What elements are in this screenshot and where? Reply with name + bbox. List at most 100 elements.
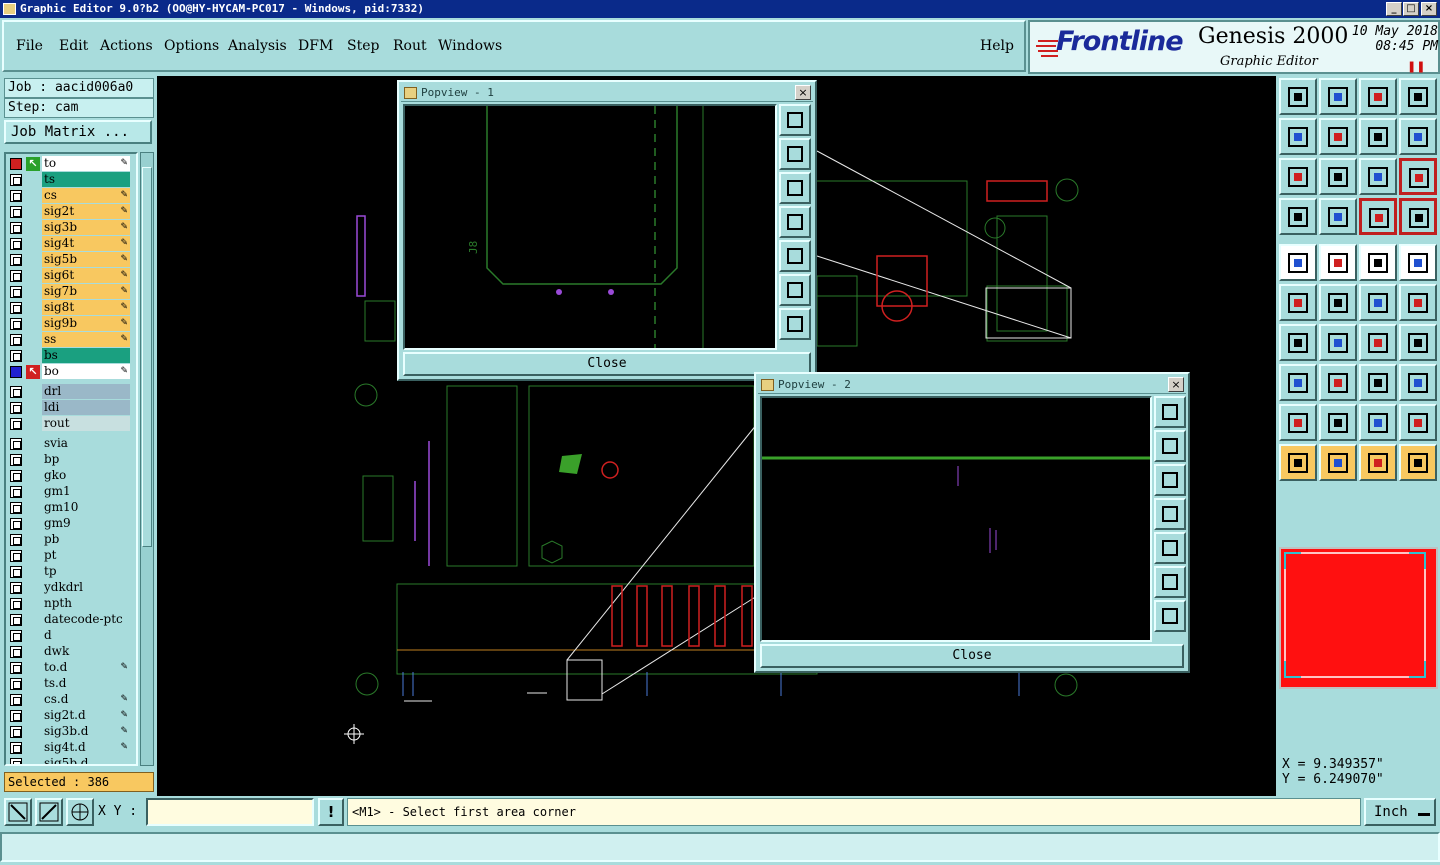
layer-name[interactable]: sig4t.d ✎: [42, 740, 130, 755]
graphic-canvas[interactable]: Popview - 1 × J8 Close Popview - 2 × Clo…: [157, 76, 1276, 796]
layer-row[interactable]: sig2t.d ✎: [8, 708, 136, 724]
move-right-icon[interactable]: [1319, 118, 1357, 155]
split-icon[interactable]: [1319, 364, 1357, 401]
redraw-icon[interactable]: [1399, 118, 1437, 155]
layer-name[interactable]: sig2t ✎: [42, 204, 130, 219]
layer-row[interactable]: ss ✎: [8, 332, 136, 348]
zoom-fit-icon[interactable]: [1154, 396, 1186, 428]
layer-checkbox[interactable]: [10, 366, 22, 378]
layer-row[interactable]: npth: [8, 596, 136, 612]
layer-row[interactable]: svia: [8, 436, 136, 452]
layer-row[interactable]: cs ✎: [8, 188, 136, 204]
close-window-button[interactable]: ×: [1421, 2, 1437, 16]
measure-icon[interactable]: [1359, 364, 1397, 401]
popview-2-close-button[interactable]: Close: [760, 644, 1184, 668]
layer-row[interactable]: ts: [8, 172, 136, 188]
layer-row[interactable]: bs: [8, 348, 136, 364]
layer-row[interactable]: to.d ✎: [8, 660, 136, 676]
menu-actions[interactable]: Actions: [100, 38, 153, 54]
menu-edit[interactable]: Edit: [59, 38, 88, 54]
layer-checkbox[interactable]: [10, 518, 22, 530]
help-icon[interactable]: [1399, 158, 1437, 195]
layer-row[interactable]: sig5b.d: [8, 756, 136, 764]
layer-checkbox[interactable]: [10, 190, 22, 202]
layer-name[interactable]: sig5b.d: [42, 756, 130, 764]
scrollbar-thumb[interactable]: [142, 167, 152, 547]
triangle-select-icon[interactable]: [1359, 404, 1397, 441]
zoom-out-icon[interactable]: [1154, 600, 1186, 632]
layer-name[interactable]: dwk: [42, 644, 130, 659]
layer-checkbox[interactable]: [10, 206, 22, 218]
layer-row[interactable]: gm10: [8, 500, 136, 516]
layer-checkbox[interactable]: [10, 238, 22, 250]
layer-checkbox[interactable]: [10, 402, 22, 414]
layer-row[interactable]: sig9b ✎: [8, 316, 136, 332]
layer-checkbox[interactable]: [10, 222, 22, 234]
layer-name[interactable]: npth: [42, 596, 130, 611]
layer-affected-icon[interactable]: ↖: [26, 157, 40, 171]
layer-row[interactable]: gm9: [8, 516, 136, 532]
layer-row[interactable]: sig4t ✎: [8, 236, 136, 252]
zoom-out-icon[interactable]: [779, 308, 811, 340]
settings-icon[interactable]: [1279, 198, 1317, 235]
menu-rout[interactable]: Rout: [393, 38, 427, 54]
layer-name[interactable]: to.d ✎: [42, 660, 130, 675]
menu-options[interactable]: Options: [164, 38, 219, 54]
arc-icon[interactable]: [1359, 324, 1397, 361]
layer-name[interactable]: gm10: [42, 500, 130, 515]
layer-name[interactable]: sig8t ✎: [42, 300, 130, 315]
layer-name[interactable]: sig3b ✎: [42, 220, 130, 235]
layer-checkbox[interactable]: [10, 534, 22, 546]
layer-row[interactable]: cs.d ✎: [8, 692, 136, 708]
layer-checkbox[interactable]: [10, 386, 22, 398]
layer-checkbox[interactable]: [10, 582, 22, 594]
layer-name[interactable]: cs.d ✎: [42, 692, 130, 707]
pointer-icon[interactable]: [1279, 444, 1317, 481]
layer-checkbox[interactable]: [10, 710, 22, 722]
layer-row[interactable]: ldi: [8, 400, 136, 416]
layer-checkbox[interactable]: [10, 438, 22, 450]
layer-name[interactable]: datecode-ptc: [42, 612, 130, 627]
layer-row[interactable]: dwk: [8, 644, 136, 660]
move-left-icon[interactable]: [1279, 118, 1317, 155]
pan-left-icon[interactable]: [1154, 498, 1186, 530]
layer-checkbox[interactable]: [10, 678, 22, 690]
layer-checkbox[interactable]: [10, 470, 22, 482]
line-draw-icon[interactable]: [1319, 324, 1357, 361]
pause-icon[interactable]: ❚❚: [1407, 60, 1425, 73]
layer-row[interactable]: d: [8, 628, 136, 644]
layer-checkbox[interactable]: [10, 486, 22, 498]
layer-name[interactable]: cs ✎: [42, 188, 130, 203]
edit-line-icon[interactable]: [1319, 244, 1357, 281]
layer-name[interactable]: sig3b.d ✎: [42, 724, 130, 739]
layer-checkbox[interactable]: [10, 318, 22, 330]
layer-checkbox[interactable]: [10, 350, 22, 362]
warning-button[interactable]: !: [318, 798, 344, 826]
layer-row[interactable]: gm1: [8, 484, 136, 500]
layer-name[interactable]: drl: [42, 384, 130, 399]
popview-1-close-button[interactable]: Close: [403, 352, 811, 376]
snap-icon[interactable]: [4, 798, 32, 826]
layer-row[interactable]: ts.d: [8, 676, 136, 692]
layer-name[interactable]: bp: [42, 452, 130, 467]
layer-name[interactable]: gm9: [42, 516, 130, 531]
layer-name[interactable]: gko: [42, 468, 130, 483]
layer-row[interactable]: ↖ to ✎: [8, 156, 136, 172]
layer-name[interactable]: pt: [42, 548, 130, 563]
home-down-icon[interactable]: [1319, 78, 1357, 115]
delete-icon[interactable]: [1319, 284, 1357, 321]
connect-icon[interactable]: [1279, 284, 1317, 321]
zoom-in-icon[interactable]: [1154, 566, 1186, 598]
home-icon[interactable]: [1359, 78, 1397, 115]
layer-row[interactable]: sig5b ✎: [8, 252, 136, 268]
layer-name[interactable]: ts: [42, 172, 130, 187]
zoom-in-icon[interactable]: [779, 274, 811, 306]
triangle-alt-icon[interactable]: [1319, 404, 1357, 441]
maximize-button[interactable]: □: [1403, 2, 1419, 16]
layer-stack-icon[interactable]: [1359, 198, 1397, 235]
layer-row[interactable]: drl: [8, 384, 136, 400]
layer-checkbox[interactable]: [10, 334, 22, 346]
pad-icon[interactable]: [1399, 244, 1437, 281]
grid-icon[interactable]: [66, 798, 94, 826]
key-icon[interactable]: [1319, 198, 1357, 235]
